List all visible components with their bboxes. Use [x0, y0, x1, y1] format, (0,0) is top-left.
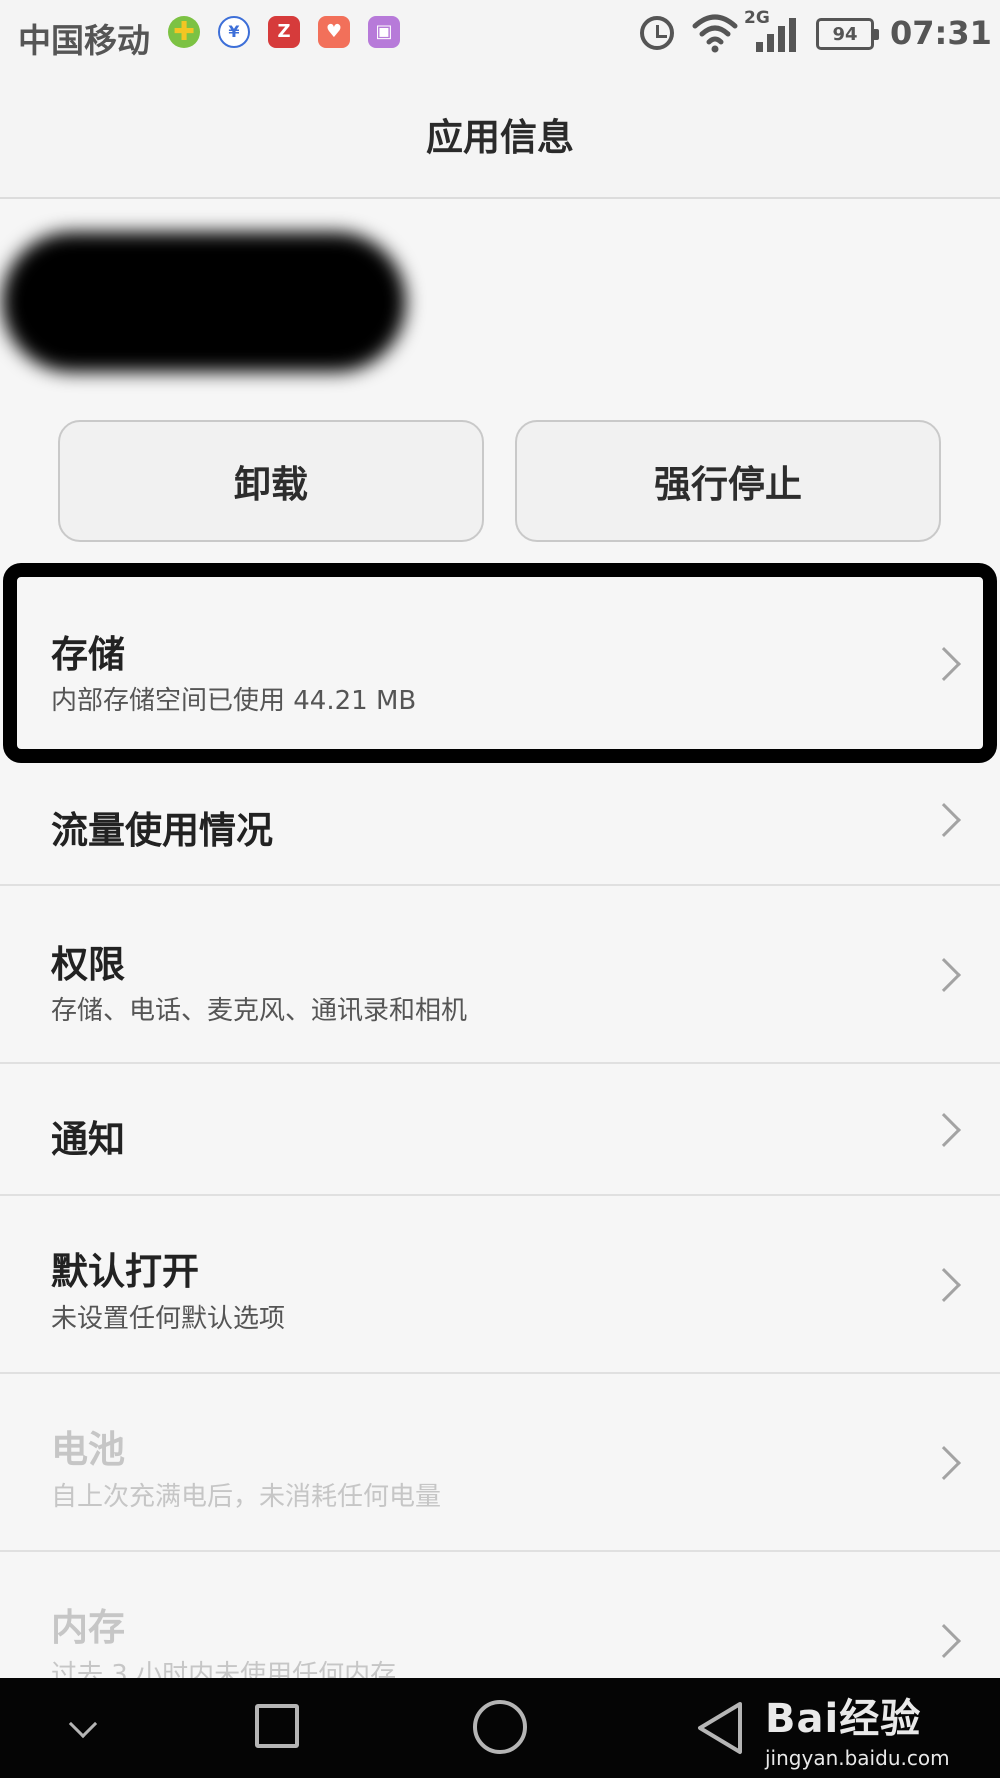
- status-time: 07:31: [890, 14, 992, 52]
- list-item-battery[interactable]: 电池 自上次充满电后，未消耗任何电量: [0, 1374, 1000, 1552]
- watermark-logo: Bai经验: [765, 1696, 922, 1742]
- chevron-right-icon: [927, 803, 961, 837]
- chevron-right-icon: [927, 1624, 961, 1658]
- z-app-icon: Z: [268, 16, 300, 48]
- data-usage-title: 流量使用情况: [51, 809, 273, 852]
- plus-app-icon: ✚: [168, 16, 200, 48]
- storage-subtitle: 内部存储空间已使用 44.21 MB: [51, 686, 417, 716]
- signal-icon: [756, 16, 798, 52]
- title-bar: 应用信息: [0, 70, 1000, 199]
- back-icon[interactable]: [694, 1698, 746, 1758]
- shield-app-icon: ¥: [218, 16, 250, 48]
- redacted-app-name: [2, 232, 406, 372]
- list-item-storage[interactable]: 存储 内部存储空间已使用 44.21 MB: [0, 576, 1000, 754]
- uninstall-button[interactable]: 卸载: [58, 420, 484, 542]
- alarm-icon: [640, 16, 674, 50]
- health-app-icon: ♥: [318, 16, 350, 48]
- battery-icon: 94: [816, 18, 879, 50]
- chevron-right-icon: [927, 958, 961, 992]
- permissions-subtitle: 存储、电话、麦克风、通讯录和相机: [51, 996, 468, 1026]
- carrier-name: 中国移动: [18, 21, 150, 60]
- status-bar: 中国移动 ✚ ¥ Z ♥ ▣ 2G 94 07:31: [0, 0, 1000, 70]
- list-item-permissions[interactable]: 权限 存储、电话、麦克风、通讯录和相机: [0, 886, 1000, 1064]
- chevron-right-icon: [927, 1268, 961, 1302]
- list-item-memory[interactable]: 内存 过去 3 小时内未使用任何内存: [0, 1552, 1000, 1678]
- recent-apps-icon[interactable]: [255, 1704, 299, 1748]
- chevron-right-icon: [927, 1113, 961, 1147]
- open-by-default-subtitle: 未设置任何默认选项: [51, 1304, 286, 1334]
- wifi-icon: [692, 14, 738, 53]
- notifications-title: 通知: [51, 1118, 125, 1161]
- list-item-open-by-default[interactable]: 默认打开 未设置任何默认选项: [0, 1196, 1000, 1374]
- chevron-right-icon: [927, 647, 961, 681]
- force-stop-button[interactable]: 强行停止: [515, 420, 941, 542]
- navigation-bar: Bai经验 jingyan.baidu.com: [0, 1678, 1000, 1778]
- chevron-right-icon: [927, 1446, 961, 1480]
- storage-title: 存储: [51, 633, 125, 676]
- watermark-url: jingyan.baidu.com: [765, 1746, 950, 1770]
- memory-title: 内存: [51, 1606, 125, 1649]
- memory-subtitle: 过去 3 小时内未使用任何内存: [51, 1660, 397, 1678]
- list-item-data-usage[interactable]: 流量使用情况: [0, 754, 1000, 886]
- gallery-app-icon: ▣: [368, 16, 400, 48]
- battery-subtitle: 自上次充满电后，未消耗任何电量: [51, 1482, 442, 1512]
- home-icon[interactable]: [473, 1700, 527, 1754]
- page-title: 应用信息: [426, 115, 574, 159]
- open-by-default-title: 默认打开: [51, 1250, 199, 1293]
- permissions-title: 权限: [51, 943, 125, 986]
- chevron-down-icon[interactable]: [68, 1709, 98, 1739]
- baidu-jingyan-watermark: Bai经验 jingyan.baidu.com: [765, 1686, 950, 1770]
- list-item-notifications[interactable]: 通知: [0, 1064, 1000, 1196]
- battery-title: 电池: [51, 1428, 125, 1471]
